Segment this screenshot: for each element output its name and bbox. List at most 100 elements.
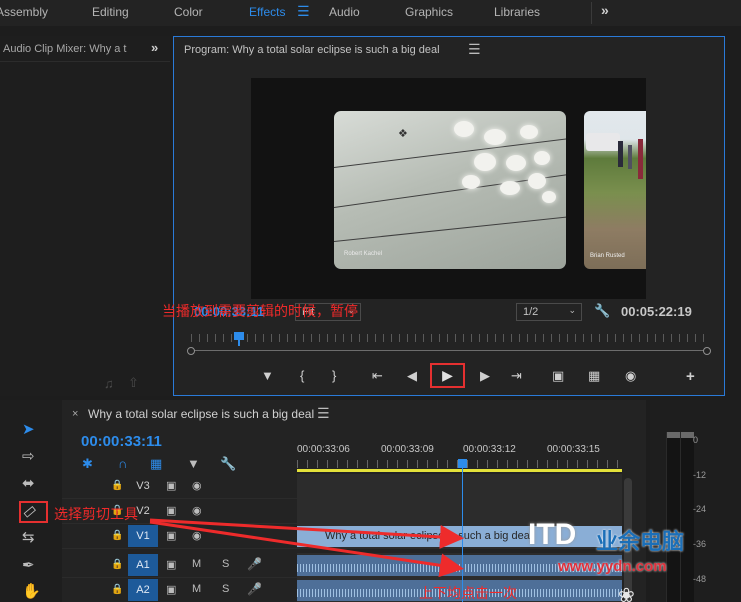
- add-marker-icon[interactable]: ▼: [261, 368, 274, 383]
- tab-libraries[interactable]: Libraries: [494, 5, 540, 19]
- timeline-playhead[interactable]: [462, 460, 463, 602]
- step-forward-icon[interactable]: ▶: [480, 368, 490, 384]
- tab-editing[interactable]: Editing: [92, 5, 129, 19]
- eye-icon[interactable]: ◉: [192, 504, 202, 517]
- crescent-shadow: [484, 129, 506, 145]
- sync-lock-icon[interactable]: ▣: [166, 583, 176, 596]
- ripple-edit-tool-icon[interactable]: ⬌: [22, 474, 35, 492]
- scrub-bar[interactable]: [191, 350, 707, 351]
- track-name[interactable]: V1: [128, 525, 158, 547]
- program-playhead[interactable]: [234, 332, 244, 340]
- crescent-shadow: [534, 151, 550, 165]
- mute-button[interactable]: M: [192, 583, 201, 595]
- lock-icon[interactable]: 🔒: [111, 480, 123, 491]
- hand-tool-icon[interactable]: ✋: [22, 582, 41, 600]
- crescent-shadow: [454, 121, 474, 137]
- playback-resolution-select[interactable]: 1/2 ⌄: [516, 303, 582, 321]
- meter-cap: [667, 432, 680, 438]
- timeline-settings-wrench-icon[interactable]: 🔧: [220, 456, 236, 472]
- step-back-icon[interactable]: ◀: [407, 368, 417, 384]
- mute-button[interactable]: M: [192, 558, 201, 570]
- settings-wrench-icon[interactable]: 🔧: [594, 303, 610, 319]
- track-name[interactable]: V3: [128, 475, 158, 497]
- person: [628, 145, 632, 169]
- eye-icon[interactable]: ◉: [192, 529, 202, 542]
- linked-selection-icon[interactable]: ▦: [150, 456, 162, 472]
- credit-left: Robert Kachel: [344, 251, 383, 257]
- razor-tool-highlight: [19, 501, 48, 523]
- audio-meter-icon[interactable]: ♫: [104, 376, 114, 391]
- track-lane[interactable]: [297, 474, 622, 499]
- program-menu-icon[interactable]: ☰: [468, 41, 481, 58]
- watermark-cn: 业余电脑: [596, 529, 685, 554]
- mark-out-icon[interactable]: }: [332, 368, 336, 383]
- clip-label: Why a total solar eclipse is such a big …: [325, 530, 533, 542]
- tab-color[interactable]: Color: [174, 5, 203, 19]
- sync-lock-icon[interactable]: ▣: [166, 479, 176, 492]
- mark-in-icon[interactable]: {: [300, 368, 304, 383]
- export-icon[interactable]: ⇧: [128, 375, 139, 391]
- add-marker-icon[interactable]: ▼: [187, 456, 200, 471]
- crescent-shadow: [520, 125, 538, 139]
- eye-icon[interactable]: ◉: [192, 479, 202, 492]
- go-to-in-icon[interactable]: ⇤: [372, 368, 383, 384]
- tab-audio[interactable]: Audio: [329, 5, 360, 19]
- insect-mark: ❖: [398, 128, 408, 140]
- nest-icon[interactable]: ✱: [82, 456, 93, 472]
- slip-tool-icon[interactable]: ⇆: [22, 528, 35, 546]
- button-editor-plus-icon[interactable]: +: [686, 368, 695, 385]
- microphone-icon[interactable]: 🎤: [247, 582, 262, 596]
- lift-icon[interactable]: ▣: [552, 368, 564, 384]
- track-v3: 🔒 V3 ▣ ◉: [62, 474, 622, 499]
- sync-lock-icon[interactable]: ▣: [166, 529, 176, 542]
- in-point-handle[interactable]: [187, 347, 195, 355]
- tab-graphics[interactable]: Graphics: [405, 5, 453, 19]
- track-name[interactable]: A1: [128, 554, 158, 576]
- snap-magnet-icon[interactable]: ∩: [118, 456, 127, 471]
- sync-lock-icon[interactable]: ▣: [166, 558, 176, 571]
- go-to-out-icon[interactable]: ⇥: [511, 368, 522, 384]
- sequence-title[interactable]: Why a total solar eclipse is such a big …: [88, 407, 314, 421]
- annotation-play-pause: 当播放到需要剪辑的时候，暂停: [162, 303, 358, 319]
- mixer-header: Audio Clip Mixer: Why a t »: [0, 36, 170, 62]
- lock-icon[interactable]: 🔒: [111, 559, 123, 570]
- chevron-down-icon: ⌄: [568, 305, 576, 315]
- tab-effects[interactable]: Effects: [249, 5, 285, 19]
- tab-assembly[interactable]: Assembly: [0, 5, 48, 19]
- selection-tool-icon[interactable]: ➤: [22, 420, 35, 438]
- crowd-frame: Brian Rusted: [584, 111, 646, 269]
- watermark-url: www.yydn.com: [558, 558, 667, 575]
- meter-label: 0: [693, 435, 699, 445]
- more-panels-icon[interactable]: »: [151, 40, 158, 55]
- workspace-menu-icon[interactable]: ☰: [297, 3, 310, 20]
- solo-button[interactable]: S: [222, 583, 229, 595]
- playhead-line: [238, 340, 240, 346]
- lock-icon[interactable]: 🔒: [111, 530, 123, 541]
- wire-line: [334, 137, 566, 168]
- timeline-menu-icon[interactable]: ☰: [317, 405, 330, 422]
- pen-tool-icon[interactable]: ✒: [22, 556, 35, 574]
- extract-icon[interactable]: ▦: [588, 368, 600, 384]
- more-tabs-icon[interactable]: »: [601, 2, 609, 18]
- track-select-tool-icon[interactable]: ⇨: [22, 447, 35, 465]
- workspace-bar: Assembly Editing Color Effects ☰ Audio G…: [0, 0, 741, 26]
- meter-label: -24: [693, 504, 707, 514]
- person: [638, 139, 643, 179]
- solo-button[interactable]: S: [222, 558, 229, 570]
- track-name[interactable]: A2: [128, 579, 158, 601]
- timeline-timecode[interactable]: 00:00:33:11: [81, 433, 162, 450]
- meter-label: -12: [693, 470, 707, 480]
- export-frame-camera-icon[interactable]: ◉: [625, 368, 636, 384]
- microphone-icon[interactable]: 🎤: [247, 557, 262, 571]
- scrub-ruler[interactable]: [191, 334, 707, 342]
- video-preview[interactable]: ❖ Robert Kachel Brian Rusted: [251, 78, 646, 299]
- mixer-title[interactable]: Audio Clip Mixer: Why a t: [3, 43, 128, 55]
- out-point-handle[interactable]: [703, 347, 711, 355]
- lock-icon[interactable]: 🔒: [111, 584, 123, 595]
- work-area-bar[interactable]: [297, 469, 622, 472]
- crescent-shadow: [542, 191, 556, 203]
- close-sequence-icon[interactable]: ×: [72, 408, 78, 420]
- play-button[interactable]: ▶: [430, 363, 465, 388]
- sync-lock-icon[interactable]: ▣: [166, 504, 176, 517]
- program-monitor: Program: Why a total solar eclipse is su…: [173, 36, 725, 396]
